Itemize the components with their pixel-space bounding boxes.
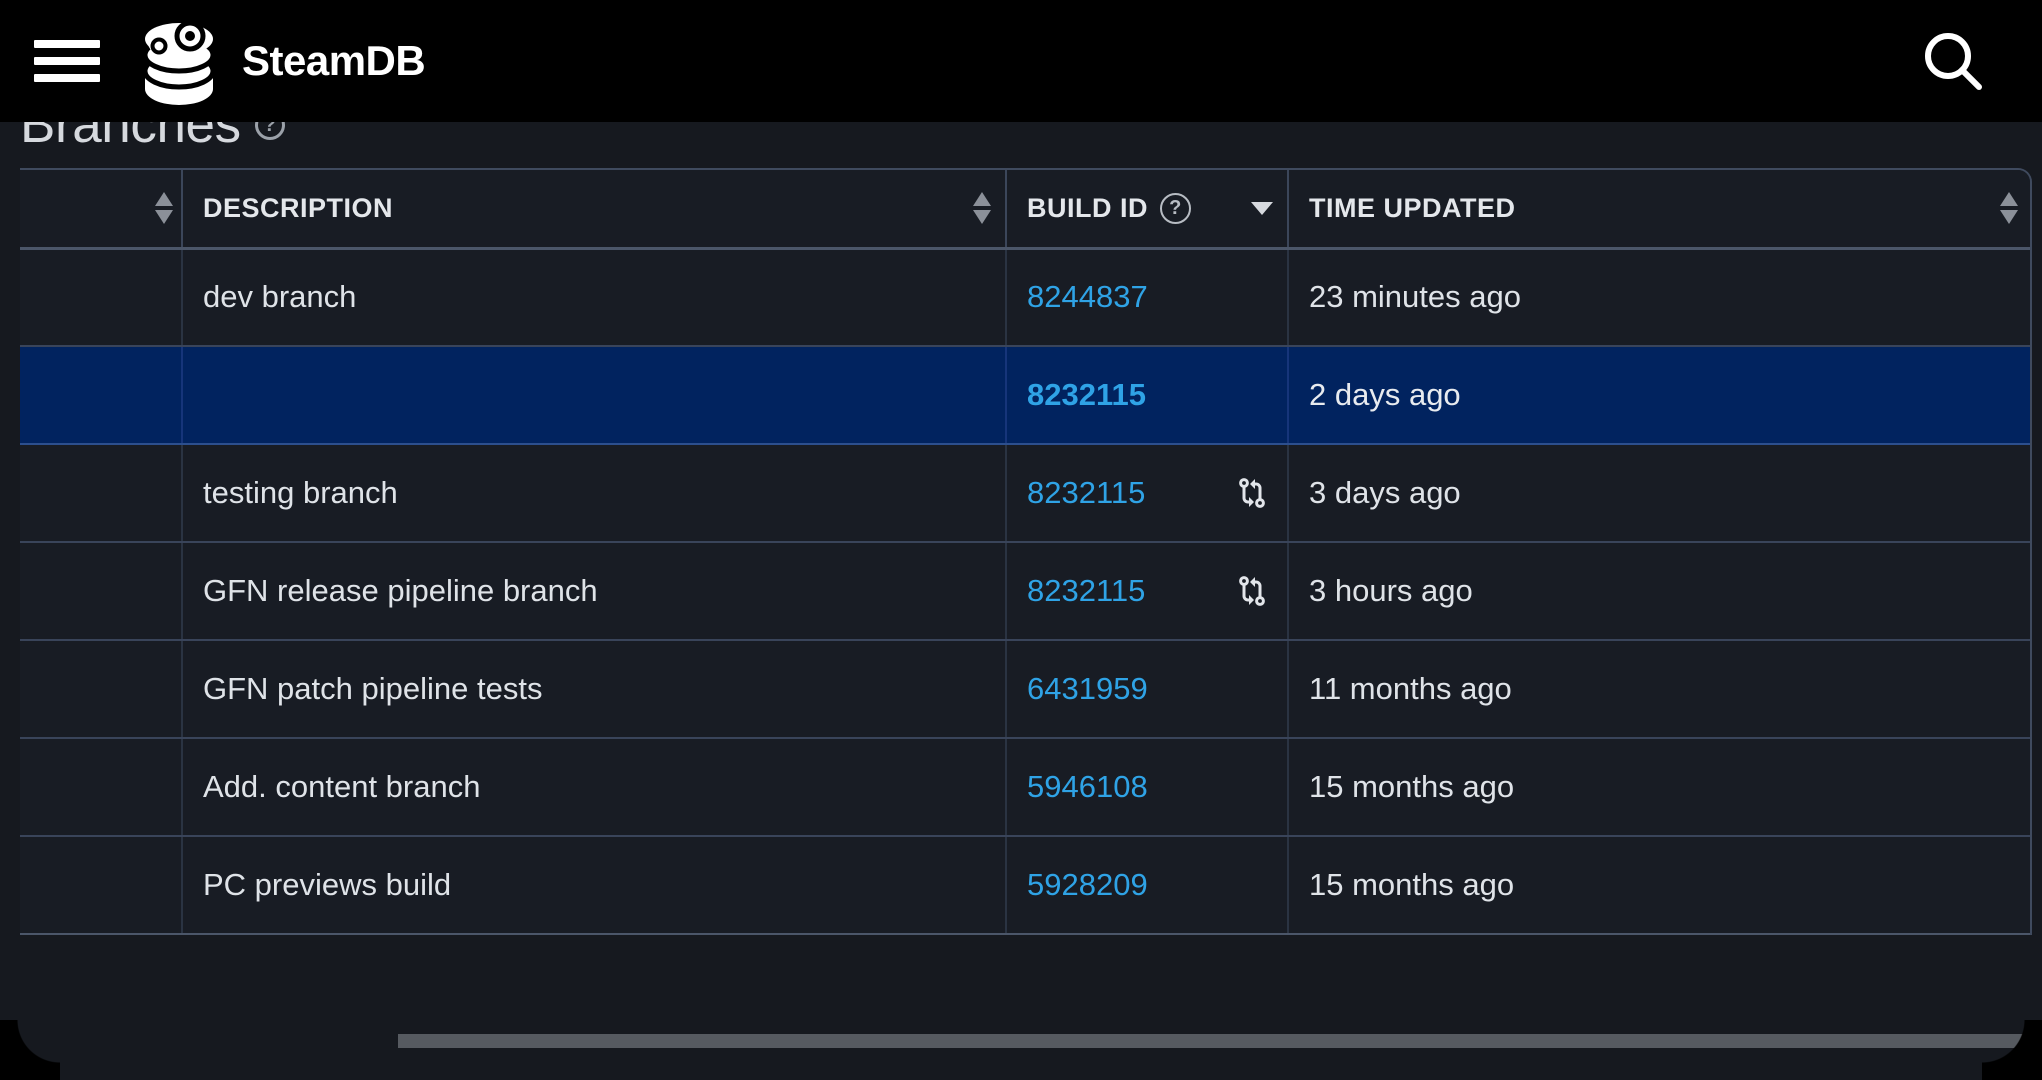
build-id-link[interactable]: 8244837: [1027, 279, 1148, 315]
row-blank-cell: [20, 836, 183, 935]
search-icon[interactable]: [1916, 24, 1990, 98]
column-header-time-updated[interactable]: TIME UPDATED: [1288, 170, 2030, 250]
brand-home-link[interactable]: SteamDB: [132, 15, 426, 107]
row-description-cell: GFN patch pipeline tests: [182, 640, 1007, 739]
column-header-description[interactable]: DESCRIPTION: [182, 170, 1007, 250]
row-description-cell: GFN release pipeline branch: [182, 542, 1007, 641]
table-row[interactable]: GFN patch pipeline tests 6431959 11 months…: [20, 640, 2030, 739]
steamdb-logo-icon: [132, 15, 226, 107]
row-time-updated-cell: 2 days ago: [1288, 345, 2030, 445]
column-header-description-label: DESCRIPTION: [203, 192, 394, 223]
site-header: SteamDB: [0, 0, 2042, 122]
table-row[interactable]: GFN release pipeline branch 8232115 3 hour…: [20, 542, 2030, 641]
row-build-id-cell: 8232115: [1006, 542, 1289, 641]
row-time-updated-cell: 3 hours ago: [1288, 542, 2030, 641]
row-build-id-cell: 8244837: [1006, 248, 1289, 347]
row-build-id-cell: 8232115: [1006, 444, 1289, 543]
row-time-updated-cell: 3 days ago: [1288, 444, 2030, 543]
row-time-updated-cell: 11 months ago: [1288, 640, 2030, 739]
table-header-row: DESCRIPTION BUILD ID ? TIME UPDATED: [20, 170, 2030, 250]
build-id-link[interactable]: 5928209: [1027, 867, 1148, 903]
window-corner-bottom-right: [1982, 1020, 2042, 1080]
sort-both-icon: [153, 189, 175, 227]
build-id-link[interactable]: 5946108: [1027, 769, 1148, 805]
row-blank-cell: [20, 444, 183, 543]
row-description-cell: PC previews build: [182, 836, 1007, 935]
row-time-updated-cell: 15 months ago: [1288, 738, 2030, 837]
horizontal-scrollbar-thumb[interactable]: [398, 1034, 2042, 1048]
build-id-link[interactable]: 8232115: [1027, 377, 1146, 413]
page-root: Branches ? SteamDB DESCRIPTION BUILD ID …: [0, 0, 2042, 1080]
row-blank-cell: [20, 542, 183, 641]
table-row[interactable]: testing branch 8232115 3 days ago: [20, 444, 2030, 543]
column-header-time-updated-label: TIME UPDATED: [1309, 192, 1516, 223]
row-description-cell: testing branch: [182, 444, 1007, 543]
table-row[interactable]: Add. content branch 5946108 15 months ago: [20, 738, 2030, 837]
hamburger-bar: [34, 74, 100, 82]
row-time-updated-cell: 23 minutes ago: [1288, 248, 2030, 347]
build-id-link[interactable]: 8232115: [1027, 573, 1145, 609]
build-id-link[interactable]: 8232115: [1027, 475, 1145, 511]
sort-descending-icon: [1249, 198, 1275, 218]
build-id-help-icon[interactable]: ?: [1160, 192, 1191, 224]
brand-name: SteamDB: [242, 37, 426, 84]
column-header-build-id[interactable]: BUILD ID ?: [1006, 170, 1289, 250]
table-row[interactable]: dev branch 8244837 23 minutes ago: [20, 248, 2030, 347]
branches-table: DESCRIPTION BUILD ID ? TIME UPDATED dev …: [20, 170, 2030, 935]
hamburger-bar: [34, 57, 100, 65]
hamburger-menu-icon[interactable]: [34, 35, 100, 87]
branches-table-body: dev branch 8244837 23 minutes ago 8232115 2 …: [20, 248, 2030, 935]
row-build-id-cell: 8232115: [1006, 345, 1289, 445]
row-build-id-cell: 5928209: [1006, 836, 1289, 935]
horizontal-scrollbar[interactable]: [20, 1032, 2042, 1048]
git-compare-icon[interactable]: [1235, 476, 1269, 510]
row-blank-cell: [20, 345, 183, 445]
table-row[interactable]: PC previews build 5928209 15 months ago: [20, 836, 2030, 935]
sort-both-icon: [971, 189, 993, 227]
hamburger-bar: [34, 40, 100, 48]
row-blank-cell: [20, 738, 183, 837]
column-header-blank[interactable]: [20, 170, 183, 250]
git-compare-icon[interactable]: [1235, 574, 1269, 608]
window-corner-bottom-left: [0, 1020, 60, 1080]
table-row[interactable]: 8232115 2 days ago: [20, 345, 2030, 445]
row-blank-cell: [20, 640, 183, 739]
row-build-id-cell: 5946108: [1006, 738, 1289, 837]
branches-table-container: DESCRIPTION BUILD ID ? TIME UPDATED dev …: [20, 168, 2032, 935]
row-description-cell: [182, 345, 1007, 445]
row-time-updated-cell: 15 months ago: [1288, 836, 2030, 935]
row-build-id-cell: 6431959: [1006, 640, 1289, 739]
column-header-build-id-label: BUILD ID: [1027, 192, 1148, 223]
row-description-cell: dev branch: [182, 248, 1007, 347]
row-description-cell: Add. content branch: [182, 738, 1007, 837]
build-id-link[interactable]: 6431959: [1027, 671, 1148, 707]
sort-both-icon: [1998, 189, 2020, 227]
row-blank-cell: [20, 248, 183, 347]
